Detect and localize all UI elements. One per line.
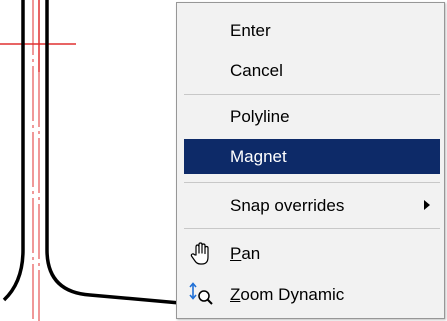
menu-separator [184, 94, 440, 95]
menu-separator [184, 182, 440, 183]
geometry-polyline-left [2, 0, 25, 302]
context-menu: Enter Cancel Polyline Magnet Snap overri… [176, 2, 445, 319]
menu-separator [184, 228, 440, 229]
menu-item-label: an [241, 244, 261, 263]
menu-item-label: oom Dynamic [240, 285, 345, 304]
menu-item-label: Cancel [230, 61, 283, 80]
geometry-polyline-right [45, 0, 181, 305]
menu-item-magnet[interactable]: Magnet [184, 139, 440, 174]
menu-item-zoom-dynamic[interactable]: Zoom Dynamic [184, 277, 440, 312]
menu-item-cancel[interactable]: Cancel [184, 53, 440, 88]
menu-item-polyline[interactable]: Polyline [184, 99, 440, 134]
menu-item-pan[interactable]: Pan [184, 236, 440, 271]
submenu-arrow-icon [424, 200, 430, 210]
accelerator-key: Z [230, 285, 241, 304]
accelerator-key: P [230, 244, 242, 263]
pan-hand-icon [190, 242, 209, 265]
menu-item-label: Polyline [230, 107, 290, 126]
menu-item-label: Snap overrides [230, 196, 345, 215]
zoom-dynamic-icon [189, 282, 213, 305]
menu-item-enter[interactable]: Enter [184, 13, 440, 48]
menu-item-label: Enter [230, 21, 271, 40]
menu-item-snap-overrides[interactable]: Snap overrides [184, 188, 440, 223]
menu-item-label: Magnet [230, 147, 287, 166]
